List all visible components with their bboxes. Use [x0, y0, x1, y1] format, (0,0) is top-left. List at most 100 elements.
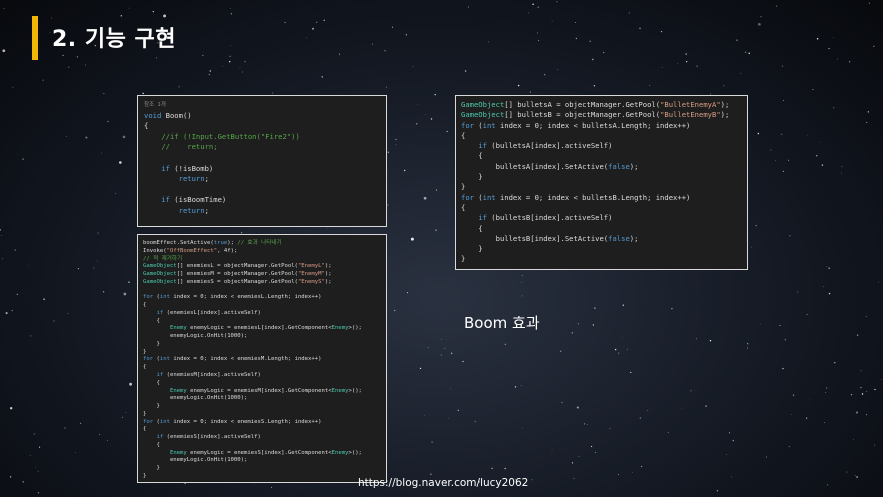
star	[119, 161, 122, 164]
star	[744, 51, 747, 53]
code-line: if (bulletsB[index].activeSelf)	[478, 213, 613, 223]
code-line: {	[144, 121, 149, 131]
star	[826, 387, 828, 389]
star	[85, 136, 88, 139]
star	[152, 10, 154, 13]
star	[833, 37, 835, 38]
star	[115, 193, 116, 195]
code-line: enemyLogic.OnHit(1000);	[143, 457, 248, 464]
star	[586, 423, 588, 425]
star	[661, 66, 663, 68]
star	[731, 476, 732, 478]
star	[639, 27, 641, 30]
star	[755, 224, 757, 227]
star	[431, 441, 433, 443]
star	[68, 66, 70, 68]
star	[575, 22, 577, 23]
star	[806, 313, 808, 316]
star	[522, 427, 523, 428]
star	[560, 350, 562, 352]
star	[427, 347, 429, 349]
code-line: {	[143, 317, 160, 324]
star	[77, 268, 79, 270]
star	[740, 73, 742, 75]
code-line: for (int index = 0; index < bulletsA.Len…	[461, 120, 691, 130]
code-line: return;	[178, 174, 209, 184]
star	[394, 310, 396, 312]
star	[577, 323, 580, 325]
star	[812, 88, 814, 91]
star	[51, 17, 52, 19]
code-line: if (isBoomTime)	[161, 195, 227, 205]
star	[828, 292, 831, 295]
star	[391, 26, 394, 28]
code-line: {	[143, 426, 147, 433]
star	[415, 122, 418, 125]
star	[230, 7, 231, 9]
star	[229, 55, 231, 57]
starfield-background	[0, 1, 882, 494]
star	[878, 281, 879, 283]
star	[609, 428, 611, 430]
star	[560, 350, 562, 352]
star	[315, 21, 318, 23]
star	[416, 104, 418, 105]
title-accent-bar	[32, 16, 38, 60]
code-line: void Boom()	[144, 110, 192, 120]
star	[677, 63, 679, 64]
star	[782, 99, 784, 101]
star	[856, 476, 858, 478]
star	[571, 462, 574, 464]
star	[544, 74, 546, 76]
star	[93, 267, 95, 269]
star	[868, 2, 870, 4]
star	[271, 486, 272, 488]
star	[833, 107, 835, 109]
star	[723, 85, 725, 87]
star	[792, 394, 795, 396]
star	[122, 135, 126, 139]
code-line: {	[143, 441, 160, 448]
star	[103, 93, 105, 95]
star	[532, 3, 534, 5]
star	[821, 164, 824, 166]
star	[5, 312, 8, 315]
star	[846, 471, 848, 473]
star	[866, 122, 868, 123]
star	[450, 388, 451, 390]
star	[222, 65, 223, 67]
code-line: GameObject[] enemiesM = objectManager.Ge…	[143, 271, 332, 278]
star	[816, 38, 819, 40]
star	[178, 86, 180, 88]
star	[578, 456, 580, 457]
star	[603, 52, 605, 54]
star	[412, 66, 414, 68]
code-line: {	[461, 130, 466, 140]
star	[751, 246, 753, 248]
star	[239, 67, 241, 69]
star	[102, 291, 105, 293]
star	[312, 27, 314, 30]
star	[865, 315, 867, 318]
code-panel-boom-method: 참조 1개 void Boom(){ //if (!Input.GetButto…	[137, 95, 387, 227]
star	[865, 414, 867, 416]
star	[551, 20, 553, 22]
star	[123, 292, 127, 296]
star	[660, 31, 663, 33]
star	[728, 432, 731, 434]
star	[395, 144, 397, 146]
code-line: if (!isBomb)	[161, 163, 214, 173]
code-block: boomEffect.SetActive(true); // 효과 나타내기 In…	[143, 240, 381, 481]
star	[163, 14, 167, 18]
star	[62, 54, 64, 57]
code-line: enemyLogic.OnHit(1000);	[143, 333, 248, 340]
star	[22, 158, 24, 160]
star	[12, 86, 14, 88]
star	[854, 475, 856, 476]
star	[474, 420, 476, 423]
code-line: GameObject[] bulletsA = objectManager.Ge…	[461, 100, 730, 109]
star	[284, 21, 286, 24]
code-line: ​	[144, 153, 380, 164]
star	[873, 45, 875, 48]
star	[866, 391, 868, 393]
